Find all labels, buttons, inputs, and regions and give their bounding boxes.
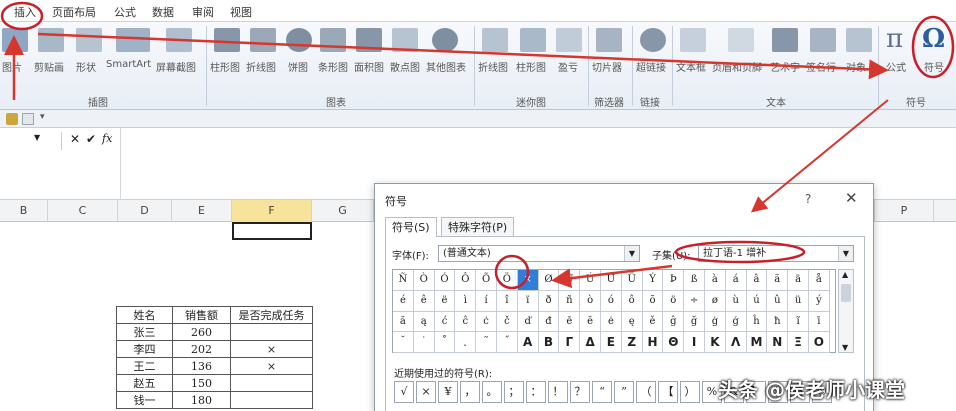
highlight-circle-subset bbox=[674, 240, 806, 264]
highlight-circle-multiply-symbol bbox=[494, 254, 530, 290]
excel-window: 插入 页面布局 公式 数据 审阅 视图 图片 剪贴画 形状 SmartArt 屏… bbox=[0, 0, 956, 411]
annotation-arrow bbox=[551, 264, 673, 289]
annotation-arrow bbox=[750, 99, 889, 213]
watermark: 头条 @侯老师小课堂 bbox=[718, 378, 905, 402]
annotation-overlay bbox=[0, 1, 955, 290]
highlight-circle-insert-tab bbox=[0, 1, 44, 31]
tab-symbols[interactable]: 符号(S) bbox=[385, 217, 437, 237]
highlight-circle-symbol-button bbox=[911, 15, 955, 79]
annotation-arrow bbox=[37, 32, 889, 80]
